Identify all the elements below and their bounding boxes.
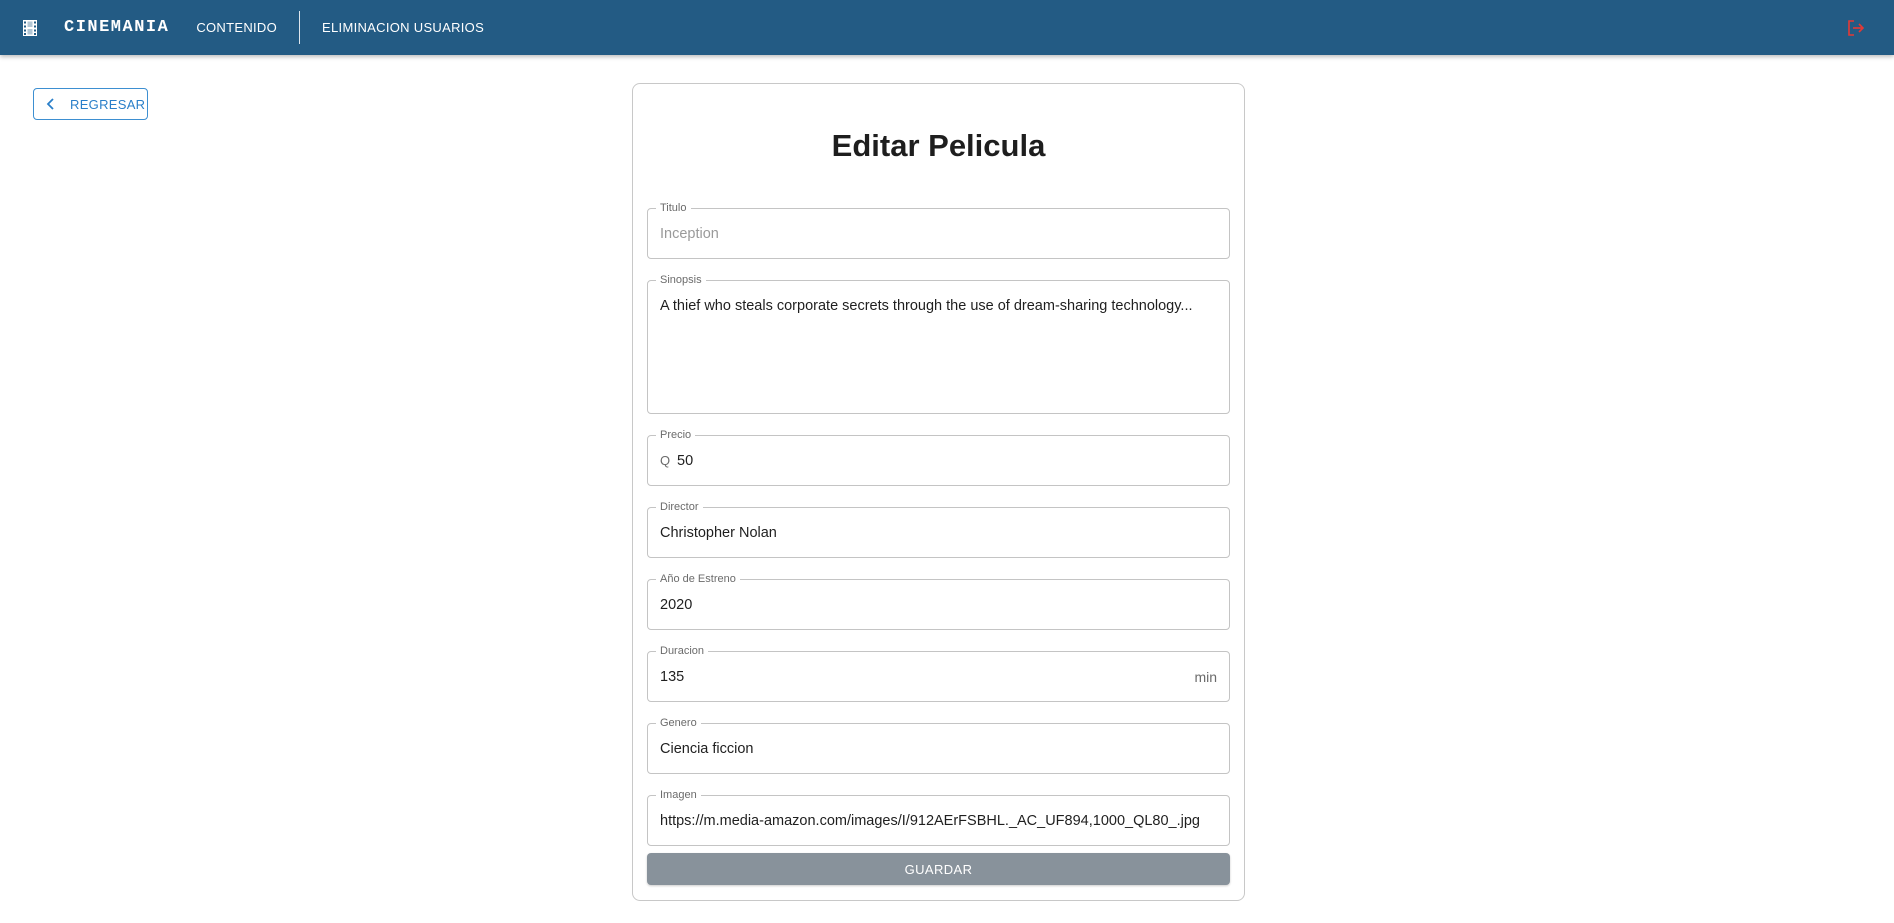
anio-estreno-label: Año de Estreno <box>656 572 740 586</box>
save-button[interactable]: GUARDAR <box>647 853 1230 885</box>
director-value: Christopher Nolan <box>660 525 777 541</box>
genero-label: Genero <box>656 716 701 730</box>
nav-divider <box>299 11 301 44</box>
duracion-value: 135 <box>660 669 685 685</box>
logout-icon <box>1848 20 1865 36</box>
sinopsis-textarea[interactable]: Sinopsis A thief who steals corporate se… <box>647 273 1230 414</box>
imagen-label: Imagen <box>656 788 701 802</box>
currency-prefix: Q <box>660 453 671 468</box>
genero-field[interactable]: Genero Ciencia ficcion <box>647 716 1230 774</box>
sinopsis-value: A thief who steals corporate secrets thr… <box>660 298 1193 314</box>
duracion-field[interactable]: Duracion 135 min <box>647 644 1230 702</box>
duracion-label: Duracion <box>656 644 709 658</box>
imagen-value: https://m.media-amazon.com/images/I/912A… <box>660 813 1200 829</box>
back-button-label: REGRESAR <box>70 96 146 112</box>
director-label: Director <box>656 500 703 514</box>
film-icon[interactable] <box>23 19 37 36</box>
precio-label: Precio <box>656 428 696 442</box>
edit-movie-card: Editar Pelicula Titulo Inception Sinopsi… <box>632 83 1245 901</box>
sinopsis-label: Sinopsis <box>656 273 706 287</box>
app-bar: CINEMANIA CONTENIDO ELIMINACION USUARIOS <box>0 0 1894 55</box>
anio-estreno-field[interactable]: Año de Estreno 2020 <box>647 572 1230 630</box>
titulo-label: Titulo <box>656 201 691 215</box>
imagen-field[interactable]: Imagen https://m.media-amazon.com/images… <box>647 788 1230 846</box>
precio-value: 50 <box>677 453 694 469</box>
nav-contenido[interactable]: CONTENIDO <box>196 20 277 35</box>
duracion-unit-suffix: min <box>1194 669 1217 685</box>
back-button[interactable]: REGRESAR <box>33 88 148 120</box>
nav-eliminacion-usuarios[interactable]: ELIMINACION USUARIOS <box>322 20 484 35</box>
director-field[interactable]: Director Christopher Nolan <box>647 500 1230 558</box>
anio-estreno-value: 2020 <box>660 597 693 613</box>
brand-name[interactable]: CINEMANIA <box>64 18 169 37</box>
page-title: Editar Pelicula <box>831 128 1046 163</box>
precio-field[interactable]: Precio Q 50 <box>647 428 1230 486</box>
chevron-left-icon <box>46 98 54 110</box>
logout-button[interactable] <box>1846 17 1868 39</box>
genero-value: Ciencia ficcion <box>660 741 754 757</box>
titulo-field[interactable]: Titulo Inception <box>647 201 1230 259</box>
titulo-placeholder: Inception <box>660 226 719 242</box>
